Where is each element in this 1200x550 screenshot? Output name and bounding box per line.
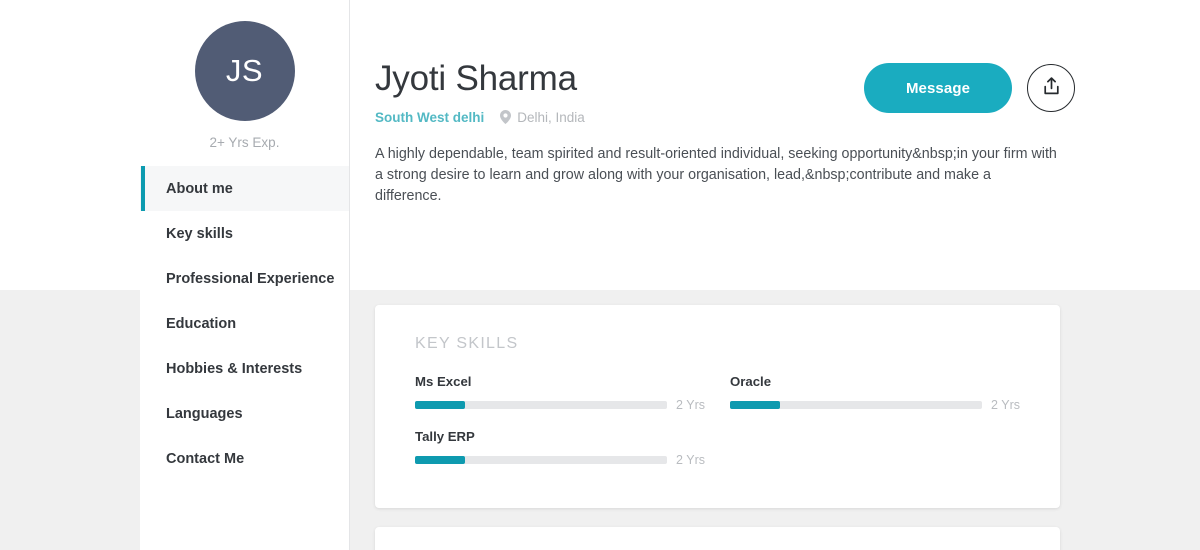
sidebar: JS 2+ Yrs Exp. About me Key skills Profe… [140, 0, 350, 550]
skill-name: Oracle [730, 374, 772, 389]
profile-header: Jyoti Sharma South West delhi Delhi, Ind… [375, 0, 1075, 207]
sidebar-item-label: Contact Me [166, 450, 245, 467]
sidebar-item-hobbies-interests[interactable]: Hobbies & Interests [140, 346, 349, 391]
profile-page: JS 2+ Yrs Exp. About me Key skills Profe… [0, 0, 1200, 550]
sidebar-item-label: Hobbies & Interests [166, 360, 303, 377]
map-pin-icon [500, 110, 512, 124]
page-title: Jyoti Sharma [375, 59, 577, 98]
city-label: Delhi, India [517, 109, 585, 125]
skill-bar-row: 2 Yrs [730, 398, 1020, 412]
next-section-card [375, 527, 1060, 550]
profile-meta: South West delhi Delhi, India [375, 110, 585, 125]
sidebar-item-label: Languages [166, 405, 243, 422]
skill-progress-track [415, 456, 668, 464]
key-skills-card: KEY SKILLS Ms Excel 2 Yrs Oracle 2 Yrs T… [375, 305, 1060, 508]
sidebar-nav: About me Key skills Professional Experie… [140, 166, 349, 481]
share-button[interactable] [1027, 64, 1075, 112]
name-block: Jyoti Sharma South West delhi Delhi, Ind… [375, 0, 585, 125]
skill-item: Oracle 2 Yrs [730, 374, 1020, 412]
skill-item: Tally ERP 2 Yrs [415, 429, 705, 467]
sidebar-item-education[interactable]: Education [140, 301, 349, 346]
skill-bar-row: 2 Yrs [415, 398, 705, 412]
sidebar-item-professional-experience[interactable]: Professional Experience [140, 256, 349, 301]
sidebar-item-key-skills[interactable]: Key skills [140, 211, 349, 256]
sidebar-item-contact-me[interactable]: Contact Me [140, 436, 349, 481]
skill-years-label: 2 Yrs [991, 398, 1020, 412]
experience-label: 2+ Yrs Exp. [209, 135, 280, 150]
key-skills-list: Ms Excel 2 Yrs Oracle 2 Yrs Tally ERP 2 … [375, 353, 1060, 467]
name-and-actions-row: Jyoti Sharma South West delhi Delhi, Ind… [375, 0, 1075, 125]
skill-item: Ms Excel 2 Yrs [415, 374, 705, 412]
skill-progress-fill [415, 456, 466, 464]
skill-progress-track [415, 401, 668, 409]
sidebar-item-label: Professional Experience [166, 270, 335, 287]
header-actions: Message [864, 0, 1075, 113]
sidebar-item-label: About me [166, 180, 233, 197]
skill-progress-fill [730, 401, 781, 409]
profile-summary: JS 2+ Yrs Exp. [140, 0, 349, 150]
skill-bar-row: 2 Yrs [415, 453, 705, 467]
area-label: South West delhi [375, 109, 485, 125]
skill-name: Tally ERP [415, 429, 475, 444]
message-button[interactable]: Message [864, 63, 1012, 113]
avatar: JS [194, 21, 295, 121]
sidebar-item-label: Key skills [166, 225, 233, 242]
skill-progress-fill [415, 401, 466, 409]
skill-progress-track [730, 401, 983, 409]
skill-years-label: 2 Yrs [676, 453, 705, 467]
profile-bio: A highly dependable, team spirited and r… [375, 145, 1057, 204]
skill-name: Ms Excel [415, 374, 472, 389]
key-skills-title: KEY SKILLS [415, 335, 519, 352]
sidebar-item-about-me[interactable]: About me [140, 166, 349, 211]
share-upload-icon [1043, 77, 1060, 99]
skill-years-label: 2 Yrs [676, 398, 705, 412]
sidebar-item-label: Education [166, 315, 237, 332]
sidebar-item-languages[interactable]: Languages [140, 391, 349, 436]
